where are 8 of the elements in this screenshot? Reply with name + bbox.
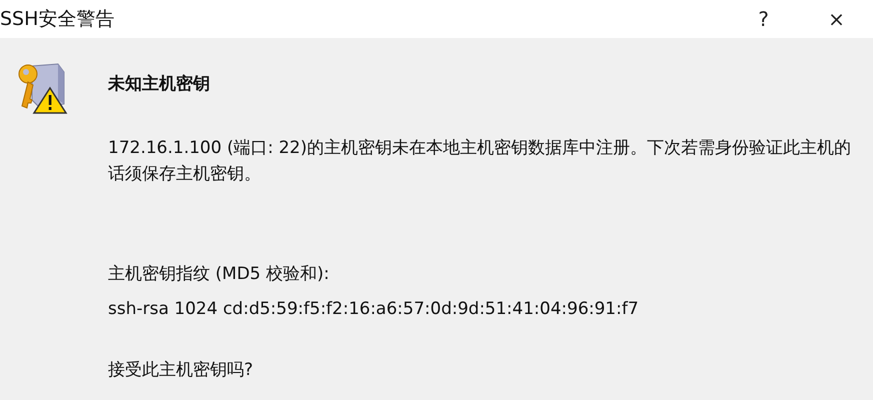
question-text: 接受此主机密钥吗? [108,359,254,382]
message-text: 172.16.1.100 (端口: 22)的主机密钥未在本地主机密钥数据库中注册。下次若需身份验证此主机的话须保存主机密钥。 [108,137,852,186]
dialog-heading: 未知主机密钥 [108,73,211,95]
help-button[interactable]: ? [727,0,800,38]
window-title: SSH安全警告 [0,7,116,32]
fingerprint-text: ssh-rsa 1024 cd:d5:59:f5:f2:16:a6:57:0d:9d:51:41:04:96:91:f7 [108,298,640,321]
fingerprint-label: 主机密钥指纹 (MD5 校验和): [108,263,330,286]
close-button[interactable]: × [800,0,873,38]
